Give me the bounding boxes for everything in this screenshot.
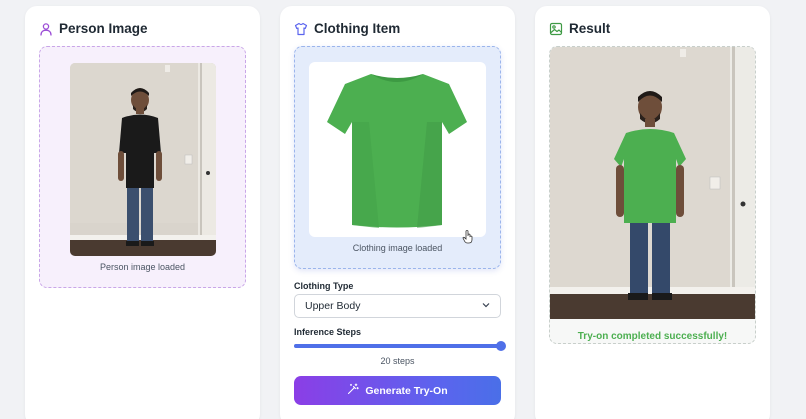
slider-fill — [294, 344, 501, 348]
clothing-item-card: Clothing Item Clothing image loaded Clot… — [280, 6, 515, 419]
user-icon — [39, 22, 53, 36]
result-card-header: Result — [549, 21, 610, 36]
inference-steps-slider[interactable] — [294, 341, 506, 351]
generate-try-on-button[interactable]: Generate Try-On — [294, 376, 501, 405]
clothing-type-select[interactable]: Upper Body — [294, 294, 501, 318]
magic-wand-icon — [347, 383, 360, 398]
generate-button-label: Generate Try-On — [365, 384, 448, 397]
result-status-text: Try-on completed successfully! — [577, 331, 728, 342]
person-card-header: Person Image — [39, 21, 148, 36]
person-upload-dropzone[interactable]: Person image loaded — [39, 46, 246, 288]
image-icon — [549, 22, 563, 36]
inference-steps-label: Inference Steps — [294, 327, 362, 337]
chevron-down-icon — [482, 300, 490, 312]
clothing-photo — [309, 62, 486, 237]
slider-track — [294, 344, 501, 348]
clothing-card-header: Clothing Item — [294, 21, 400, 36]
clothing-status-text: Clothing image loaded — [352, 243, 443, 253]
result-card-title: Result — [569, 21, 611, 36]
clothing-type-label: Clothing Type — [294, 281, 354, 291]
hand-cursor-icon — [462, 230, 474, 244]
result-display-area: Try-on completed successfully! — [549, 46, 756, 344]
result-photo — [550, 47, 755, 319]
person-image-card: Person Image Person image loaded — [25, 6, 260, 419]
clothing-type-value: Upper Body — [305, 300, 361, 312]
person-status-text: Person image loaded — [99, 262, 186, 272]
person-card-title: Person Image — [59, 21, 148, 36]
shirt-icon — [294, 22, 308, 36]
person-photo — [70, 63, 216, 256]
clothing-card-title: Clothing Item — [314, 21, 401, 36]
result-card: Result Try-on completed successfully! — [535, 6, 770, 419]
inference-steps-value: 20 steps — [380, 356, 415, 366]
slider-thumb[interactable] — [496, 341, 506, 351]
